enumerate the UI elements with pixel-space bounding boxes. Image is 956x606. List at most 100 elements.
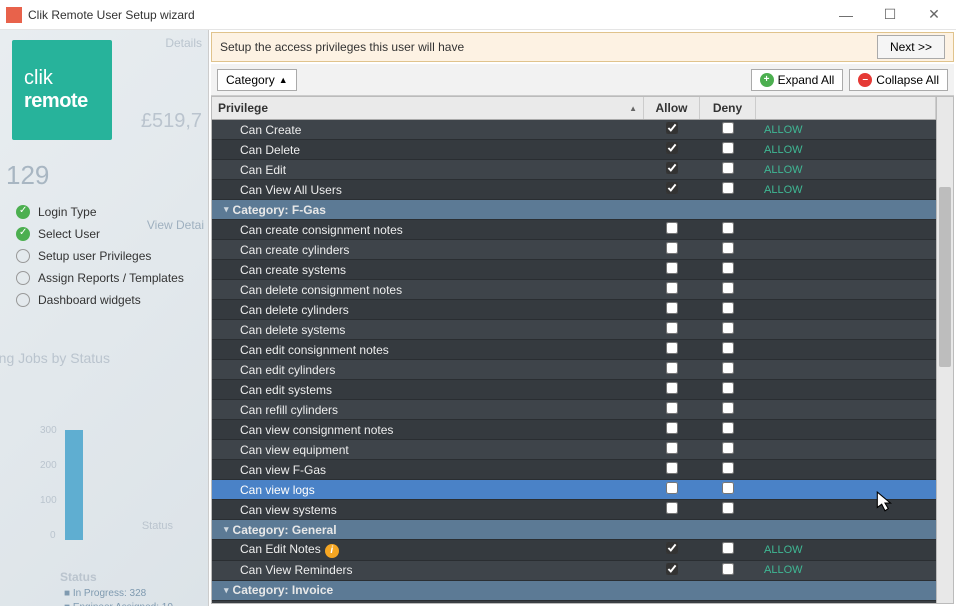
deny-checkbox[interactable] xyxy=(722,542,734,554)
privilege-row[interactable]: Can View RemindersALLOW xyxy=(212,561,936,581)
deny-checkbox[interactable] xyxy=(722,162,734,174)
privilege-row[interactable]: Can delete cylinders xyxy=(212,300,936,320)
allow-checkbox[interactable] xyxy=(666,242,678,254)
privilege-row[interactable]: Can Edit NotesiALLOW xyxy=(212,540,936,561)
category-label: Category: Invoice xyxy=(233,583,334,597)
status-label xyxy=(756,368,936,372)
close-button[interactable]: ✕ xyxy=(912,0,956,30)
privilege-row[interactable]: Can view equipment xyxy=(212,440,936,460)
allow-checkbox[interactable] xyxy=(666,402,678,414)
deny-checkbox[interactable] xyxy=(722,322,734,334)
category-row[interactable]: ▾Category: General xyxy=(212,520,936,540)
allow-checkbox[interactable] xyxy=(666,322,678,334)
deny-checkbox[interactable] xyxy=(722,242,734,254)
deny-checkbox[interactable] xyxy=(722,482,734,494)
privilege-label: Can refill cylinders xyxy=(240,403,338,417)
column-privilege[interactable]: Privilege ▲ xyxy=(212,97,644,119)
deny-checkbox[interactable] xyxy=(722,262,734,274)
deny-checkbox[interactable] xyxy=(722,402,734,414)
column-allow[interactable]: Allow xyxy=(644,97,700,119)
privilege-row[interactable]: Can edit cylinders xyxy=(212,360,936,380)
column-deny[interactable]: Deny xyxy=(700,97,756,119)
allow-checkbox[interactable] xyxy=(666,142,678,154)
privilege-row[interactable]: Can create systems xyxy=(212,260,936,280)
allow-checkbox[interactable] xyxy=(666,362,678,374)
privilege-row[interactable]: Can view systems xyxy=(212,500,936,520)
privilege-row[interactable]: Can EditALLOW xyxy=(212,160,936,180)
deny-checkbox[interactable] xyxy=(722,282,734,294)
deny-checkbox[interactable] xyxy=(722,502,734,514)
privilege-row[interactable]: Can CreateALLOW xyxy=(212,120,936,140)
privilege-row[interactable]: Can view logs xyxy=(212,480,936,500)
maximize-button[interactable]: ☐ xyxy=(868,0,912,30)
allow-checkbox[interactable] xyxy=(666,382,678,394)
wizard-steps: Login Type Select User Setup user Privileg… xyxy=(16,205,184,315)
allow-checkbox[interactable] xyxy=(666,162,678,174)
privilege-grid: Privilege ▲ Allow Deny Can CreateALLOWCa… xyxy=(211,96,954,604)
deny-checkbox[interactable] xyxy=(722,142,734,154)
allow-checkbox[interactable] xyxy=(666,122,678,134)
collapse-all-button[interactable]: – Collapse All xyxy=(849,69,948,91)
deny-checkbox[interactable] xyxy=(722,462,734,474)
privilege-row[interactable]: Can delete consignment notes xyxy=(212,280,936,300)
step-bullet-icon xyxy=(16,293,30,307)
privilege-label: Can view systems xyxy=(240,503,337,517)
privilege-row[interactable]: Can view consignment notes xyxy=(212,420,936,440)
allow-checkbox[interactable] xyxy=(666,262,678,274)
allow-checkbox[interactable] xyxy=(666,282,678,294)
vertical-scrollbar[interactable] xyxy=(936,97,953,603)
wizard-step[interactable]: Select User xyxy=(16,227,184,241)
status-label xyxy=(756,288,936,292)
allow-checkbox[interactable] xyxy=(666,502,678,514)
deny-checkbox[interactable] xyxy=(722,122,734,134)
allow-checkbox[interactable] xyxy=(666,563,678,575)
deny-checkbox[interactable] xyxy=(722,302,734,314)
deny-checkbox[interactable] xyxy=(722,382,734,394)
privilege-row[interactable]: Can View All UsersALLOW xyxy=(212,180,936,200)
deny-checkbox[interactable] xyxy=(722,422,734,434)
wizard-step[interactable]: Login Type xyxy=(16,205,184,219)
allow-checkbox[interactable] xyxy=(666,222,678,234)
info-icon[interactable]: i xyxy=(325,544,339,558)
deny-checkbox[interactable] xyxy=(722,442,734,454)
allow-checkbox[interactable] xyxy=(666,482,678,494)
instruction-text: Setup the access privileges this user wi… xyxy=(220,40,464,54)
scrollbar-thumb[interactable] xyxy=(939,187,951,367)
chevron-up-icon: ▲ xyxy=(279,75,288,85)
privilege-label: Can view logs xyxy=(240,483,315,497)
category-row[interactable]: ▾Category: Invoice xyxy=(212,581,936,601)
privilege-row[interactable]: Can refill cylinders xyxy=(212,400,936,420)
minimize-button[interactable]: — xyxy=(824,0,868,30)
collapse-caret-icon: ▾ xyxy=(224,204,229,215)
privilege-label: Can Edit Notes xyxy=(240,542,321,556)
wizard-step[interactable]: Assign Reports / Templates xyxy=(16,271,184,285)
privilege-row[interactable]: Can delete systems xyxy=(212,320,936,340)
deny-checkbox[interactable] xyxy=(722,362,734,374)
allow-checkbox[interactable] xyxy=(666,422,678,434)
privilege-label: Can edit consignment notes xyxy=(240,343,389,357)
allow-checkbox[interactable] xyxy=(666,462,678,474)
privilege-row[interactable]: Can view F-Gas xyxy=(212,460,936,480)
privilege-row[interactable]: Can create consignment notes xyxy=(212,220,936,240)
allow-checkbox[interactable] xyxy=(666,182,678,194)
wizard-step[interactable]: Setup user Privileges xyxy=(16,249,184,263)
privilege-row[interactable]: Can DeleteALLOW xyxy=(212,140,936,160)
privilege-row[interactable]: Can edit systems xyxy=(212,380,936,400)
next-button[interactable]: Next >> xyxy=(877,35,945,59)
deny-checkbox[interactable] xyxy=(722,563,734,575)
category-row[interactable]: ▾Category: F-Gas xyxy=(212,200,936,220)
category-label: Category xyxy=(226,73,275,87)
category-dropdown-button[interactable]: Category ▲ xyxy=(217,69,297,91)
allow-checkbox[interactable] xyxy=(666,542,678,554)
expand-all-button[interactable]: + Expand All xyxy=(751,69,844,91)
wizard-step[interactable]: Dashboard widgets xyxy=(16,293,184,307)
deny-checkbox[interactable] xyxy=(722,182,734,194)
allow-checkbox[interactable] xyxy=(666,442,678,454)
privilege-row[interactable]: Can create cylinders xyxy=(212,240,936,260)
allow-checkbox[interactable] xyxy=(666,342,678,354)
deny-checkbox[interactable] xyxy=(722,222,734,234)
status-label xyxy=(756,328,936,332)
allow-checkbox[interactable] xyxy=(666,302,678,314)
deny-checkbox[interactable] xyxy=(722,342,734,354)
privilege-row[interactable]: Can edit consignment notes xyxy=(212,340,936,360)
